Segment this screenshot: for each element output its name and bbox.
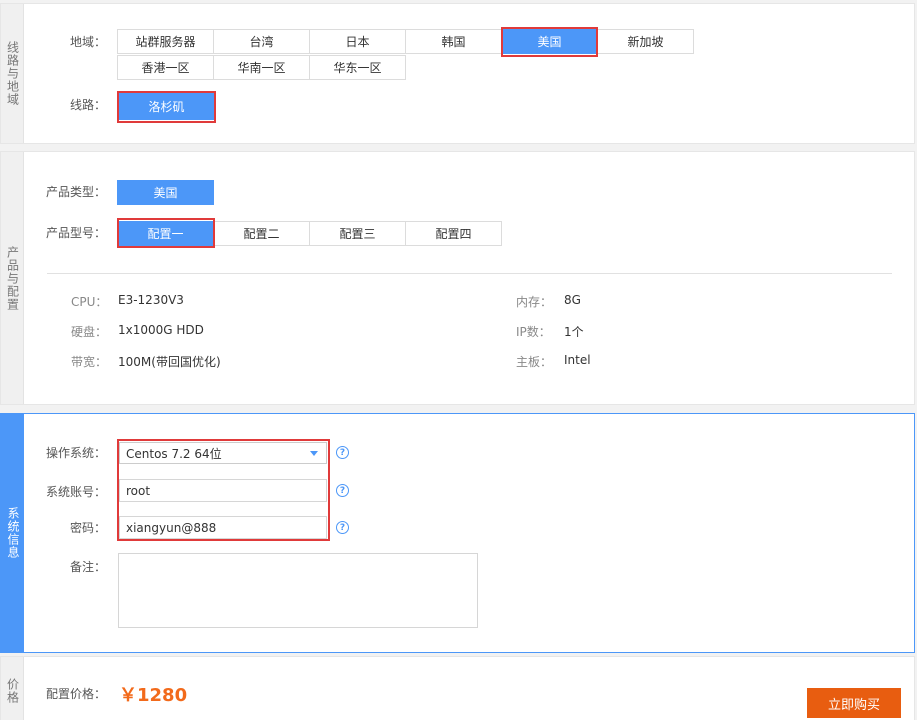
price-section-tab: 价格 <box>1 657 24 720</box>
remark-textarea[interactable] <box>118 553 478 628</box>
product-model-option-3[interactable]: 配置四 <box>405 221 502 246</box>
region-option-2[interactable]: 日本 <box>309 29 406 54</box>
product-model-option-0[interactable]: 配置一 <box>117 221 214 246</box>
region-option-3[interactable]: 韩国 <box>405 29 502 54</box>
buy-now-button[interactable]: 立即购买 <box>807 688 901 718</box>
product-type-label: 产品类型： <box>45 185 106 199</box>
product-section: 产品与配置 产品类型： 美国 产品型号： 配置一 配置二 配置三 配置四 CPU… <box>0 151 915 405</box>
region-option-7[interactable]: 华南一区 <box>213 55 310 80</box>
spec-value-ip: 1个 <box>564 325 584 339</box>
region-option-5[interactable]: 新加坡 <box>597 29 694 54</box>
region-option-0[interactable]: 站群服务器 <box>117 29 214 54</box>
spec-value-disk: 1x1000G HDD <box>118 323 204 337</box>
password-label: 密码： <box>69 521 106 535</box>
region-option-8[interactable]: 华东一区 <box>309 55 406 80</box>
spec-label-mainboard: 主板： <box>516 355 553 369</box>
account-help-icon[interactable]: ? <box>336 484 349 497</box>
product-model-label: 产品型号： <box>45 226 106 240</box>
region-section: 线路与地域 地域： 站群服务器 台湾 日本 韩国 美国 新加坡 香港一区 华南一… <box>0 3 915 144</box>
chevron-down-icon <box>310 451 318 456</box>
line-label: 线路： <box>69 98 106 112</box>
system-section: 系统信息 操作系统： Centos 7.2 64位 ? 系统账号： root ?… <box>0 413 915 653</box>
region-option-4[interactable]: 美国 <box>501 29 598 54</box>
os-select[interactable]: Centos 7.2 64位 <box>119 442 327 464</box>
price-section: 价格 配置价格： ￥1280 立即购买 <box>0 656 915 720</box>
password-input[interactable]: xiangyun@888 <box>119 516 327 539</box>
spec-value-memory: 8G <box>564 293 581 307</box>
region-section-tab: 线路与地域 <box>1 4 24 143</box>
line-option-0[interactable]: 洛杉矶 <box>119 93 214 120</box>
product-type-option-0[interactable]: 美国 <box>117 180 214 205</box>
os-help-icon[interactable]: ? <box>336 446 349 459</box>
account-input[interactable]: root <box>119 479 327 502</box>
os-select-value: Centos 7.2 64位 <box>126 446 222 461</box>
spec-label-memory: 内存： <box>516 295 553 309</box>
region-option-6[interactable]: 香港一区 <box>117 55 214 80</box>
price-label: 配置价格： <box>45 687 106 701</box>
region-option-1[interactable]: 台湾 <box>213 29 310 54</box>
product-model-option-2[interactable]: 配置三 <box>309 221 406 246</box>
spec-label-disk: 硬盘： <box>71 325 108 339</box>
region-label: 地域： <box>69 35 106 49</box>
spec-value-cpu: E3-1230V3 <box>118 293 184 307</box>
spec-divider <box>47 273 892 274</box>
os-label: 操作系统： <box>45 446 106 460</box>
price-value: ￥1280 <box>119 685 188 706</box>
system-section-tab: 系统信息 <box>1 414 24 652</box>
product-section-tab: 产品与配置 <box>1 152 24 404</box>
spec-label-ip: IP数： <box>516 325 551 339</box>
spec-value-mainboard: Intel <box>564 353 591 367</box>
password-help-icon[interactable]: ? <box>336 521 349 534</box>
remark-label: 备注： <box>69 560 106 574</box>
spec-value-bandwidth: 100M(带回国优化) <box>118 355 221 369</box>
account-label: 系统账号： <box>45 485 106 499</box>
spec-label-bandwidth: 带宽： <box>71 355 108 369</box>
spec-label-cpu: CPU： <box>71 295 108 309</box>
product-model-option-1[interactable]: 配置二 <box>213 221 310 246</box>
